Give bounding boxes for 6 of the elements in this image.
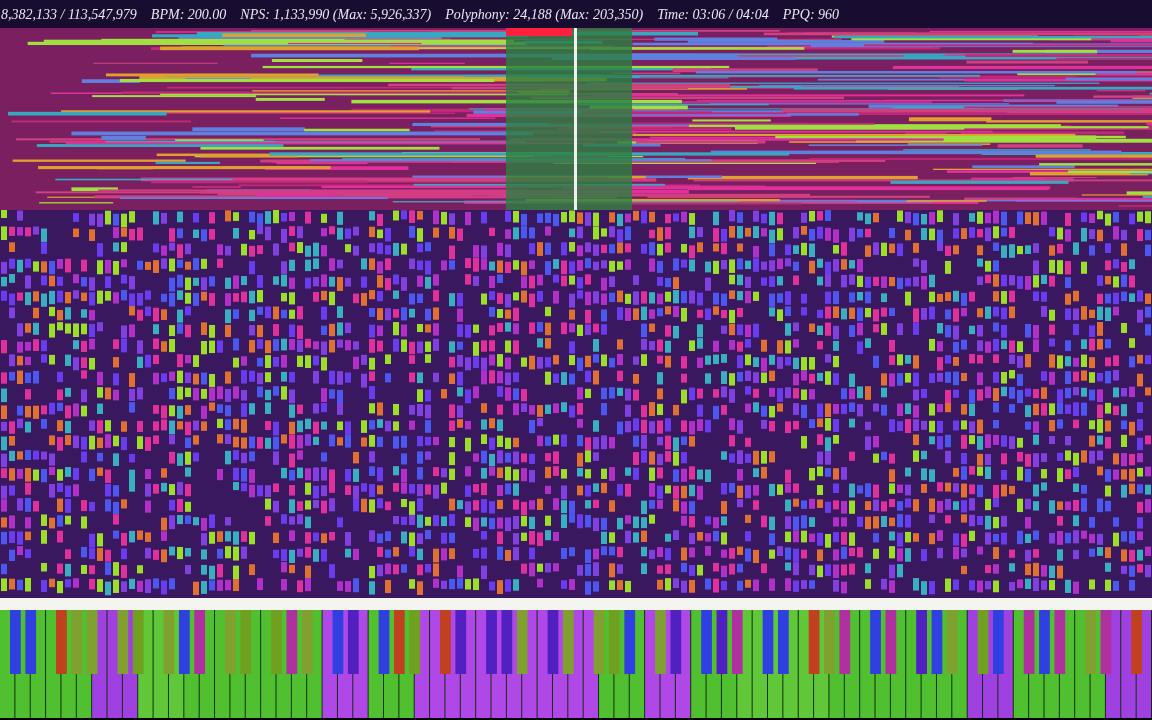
stat-readout: 8,382,133 / 113,547,979 bbox=[1, 5, 137, 24]
stat-readout: PPQ: 960 bbox=[782, 5, 840, 24]
stat-readout: NPS: 1,133,990 (Max: 5,926,337) bbox=[240, 5, 432, 24]
stat-readout: BPM: 200.00 bbox=[150, 5, 227, 24]
stat-readout: Time: 03:06 / 04:04 bbox=[657, 5, 769, 24]
stat-readout: Polyphony: 24,188 (Max: 203,350) bbox=[445, 5, 644, 24]
